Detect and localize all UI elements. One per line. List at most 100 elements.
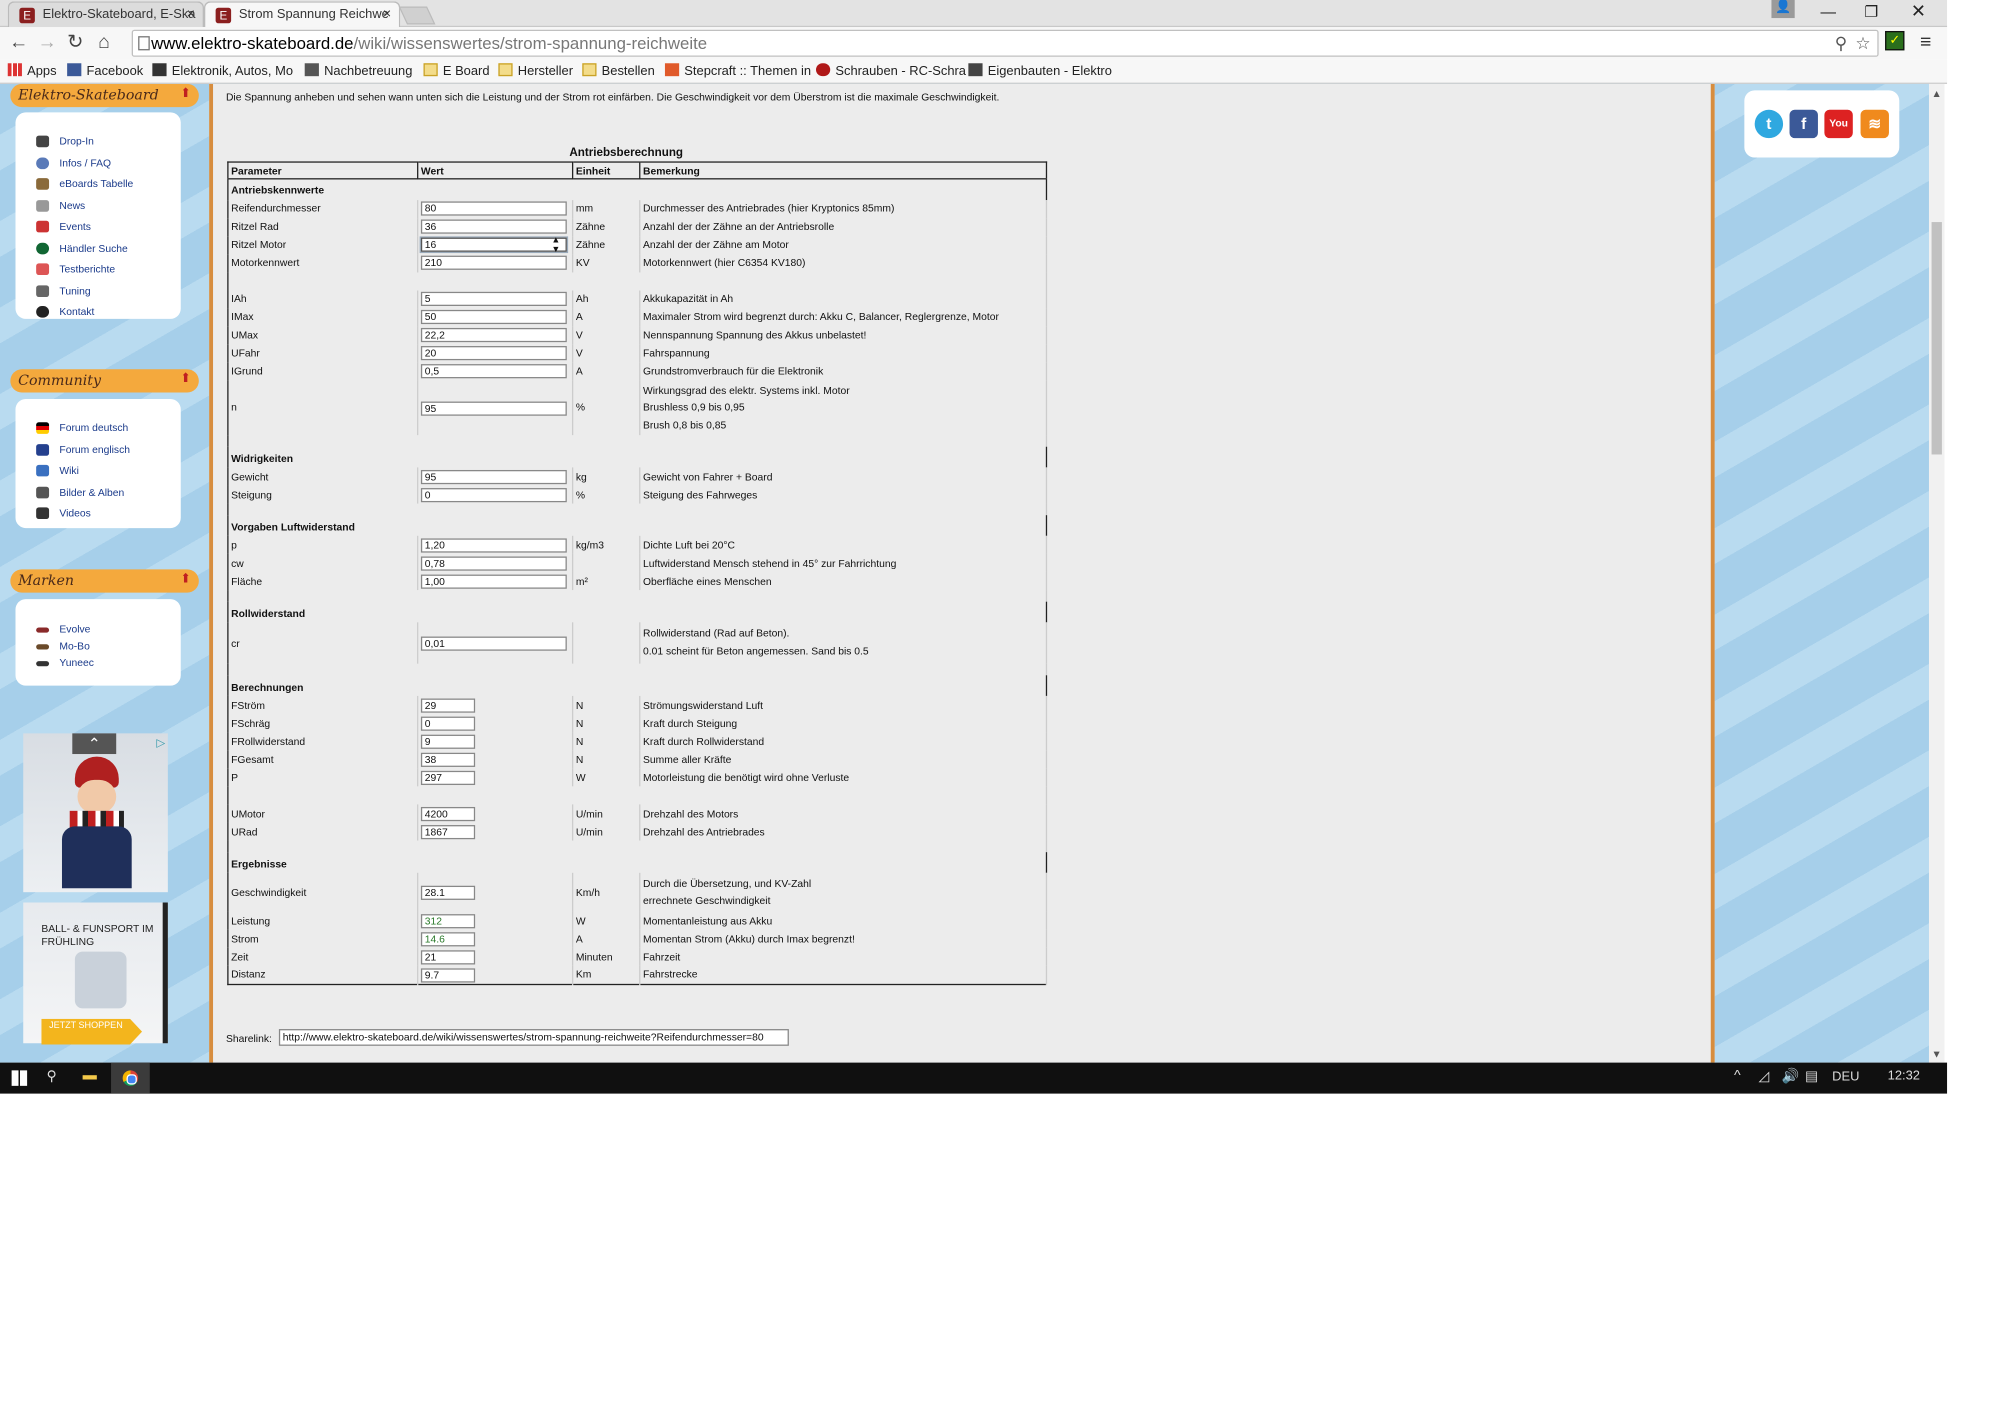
rss-icon[interactable]: ≋ [1860, 109, 1889, 139]
ritzel-rad-input[interactable] [420, 219, 567, 235]
scroll-up-arrow-icon[interactable]: ▲ [1932, 88, 1942, 100]
facebook-icon[interactable]: f [1789, 109, 1818, 139]
sidebar-item-drop-in[interactable]: Drop-In [36, 135, 94, 148]
igrund-input[interactable] [420, 364, 567, 379]
sidebar-item-tuning[interactable]: Tuning [36, 285, 91, 297]
gewicht-input[interactable] [420, 469, 567, 485]
info-icon [36, 157, 50, 170]
close-window-icon[interactable]: ✕ [1911, 0, 1926, 22]
taskbar: ⚲ ▬ ^ ◿ 🔊 ▤ DEU 12:32 [0, 1062, 1948, 1094]
ad-banner-funsport[interactable]: BALL- & FUNSPORT IM FRÜHLING JETZT SHOPP… [23, 902, 168, 1045]
iah-input[interactable] [420, 292, 567, 307]
scroll-down-arrow-icon[interactable]: ▼ [1932, 1048, 1942, 1060]
cw-input[interactable] [420, 556, 567, 571]
profile-icon[interactable]: 👤 [1771, 0, 1795, 19]
flaeche-input[interactable] [420, 574, 567, 589]
scrollbar-thumb[interactable] [1931, 222, 1942, 455]
tab-strom-spannung[interactable]: E Strom Spannung Reichwe × [204, 1, 401, 28]
sharelink-label: Sharelink: [225, 1032, 272, 1045]
bookmark-hersteller[interactable]: Hersteller [498, 63, 573, 79]
chevron-up-icon[interactable]: ⌃ [72, 733, 117, 755]
ad-shop-button[interactable]: JETZT SHOPPEN [41, 1018, 143, 1045]
youtube-icon[interactable]: You [1824, 109, 1853, 139]
windows-start-icon[interactable] [11, 1070, 28, 1086]
chrome-taskbar-button[interactable] [111, 1062, 150, 1094]
table-row: n%Wirkungsgrad des elektr. Systems inkl.… [227, 380, 1048, 436]
sidebar-item-mo-bo[interactable]: Mo-Bo [36, 640, 90, 652]
table-row: IAhAhAkkukapazität in Ah [227, 289, 1048, 308]
search-icon[interactable]: ⚲ [46, 1068, 56, 1084]
sidebar-item-haendler-suche[interactable]: Händler Suche [36, 242, 128, 255]
umax-input[interactable] [420, 328, 567, 343]
bookmark-star-icon[interactable]: ☆ [1855, 34, 1870, 55]
sidebar-item-forum-deutsch[interactable]: Forum deutsch [36, 422, 128, 434]
sidebar-item-news[interactable]: News [36, 200, 85, 212]
imax-input[interactable] [420, 310, 567, 325]
restore-icon[interactable]: ❐ [1864, 3, 1878, 21]
cr-input[interactable] [420, 636, 567, 651]
clock[interactable]: 12:32 [1888, 1069, 1920, 1083]
menu-icon[interactable]: ≡ [1920, 31, 1931, 53]
steigung-input[interactable] [420, 487, 567, 503]
tools-icon [304, 63, 319, 77]
section-rollwiderstand: Rollwiderstand [231, 607, 306, 620]
bookmark-eigenbauten[interactable]: Eigenbauten - Elektro [968, 63, 1112, 79]
spinner-arrows-icon[interactable]: ▲ ▼ [551, 236, 560, 254]
bookmark-stepcraft[interactable]: Stepcraft :: Themen in [664, 63, 811, 79]
bookmark-e-board[interactable]: E Board [423, 63, 490, 79]
table-row: GeschwindigkeitKm/hDurch die Übersetzung… [227, 872, 1048, 912]
bookmark-schrauben[interactable]: Schrauben - RC-Schra [816, 63, 966, 79]
sidebar-item-testberichte[interactable]: Testberichte [36, 263, 115, 276]
bookmark-nachbetreuung[interactable]: Nachbetreuung [304, 63, 412, 79]
close-tab-icon[interactable]: × [383, 6, 391, 21]
ufahr-input[interactable] [420, 346, 567, 361]
ad-banner-child[interactable]: ⌃ ▷ [23, 733, 168, 893]
sharelink-field[interactable]: http://www.elektro-skateboard.de/wiki/wi… [278, 1029, 789, 1046]
bookmark-facebook[interactable]: Facebook [67, 63, 143, 79]
tab-elektro-skateboard[interactable]: E Elektro-Skateboard, E-Ska × [7, 1, 205, 28]
language-indicator[interactable]: DEU [1832, 1070, 1859, 1084]
site-icon [968, 63, 983, 77]
sidebar-item-infos-faq[interactable]: Infos / FAQ [36, 157, 111, 170]
sidebar-item-wiki[interactable]: Wiki [36, 464, 79, 477]
home-icon[interactable]: ⌂ [98, 32, 110, 53]
sidebar-item-yuneec[interactable]: Yuneec [36, 657, 94, 669]
board-icon [36, 178, 50, 190]
scroll-up-icon[interactable]: ⬆ [180, 372, 191, 386]
motorkennwert-input[interactable] [420, 256, 567, 271]
chevron-up-icon[interactable]: ^ [1734, 1068, 1741, 1083]
twitter-icon[interactable]: t [1754, 109, 1784, 139]
sidebar-item-bilder-alben[interactable]: Bilder & Alben [36, 486, 124, 499]
close-tab-icon[interactable]: × [187, 6, 195, 21]
sidebar-item-forum-englisch[interactable]: Forum englisch [36, 444, 130, 456]
sidebar-item-eboards-tabelle[interactable]: eBoards Tabelle [36, 178, 133, 190]
bookmark-elektronik[interactable]: Elektronik, Autos, Mo [152, 63, 293, 79]
sidebar-item-videos[interactable]: Videos [36, 507, 91, 520]
sidebar-item-evolve[interactable]: Evolve [36, 624, 90, 635]
luftdichte-input[interactable] [420, 538, 567, 553]
ritzel-motor-stepper[interactable] [420, 237, 567, 252]
address-bar[interactable]: www.elektro-skateboard.de/wiki/wissenswe… [131, 29, 1879, 57]
sidebar-item-events[interactable]: Events [36, 220, 91, 233]
wirkungsgrad-input[interactable] [420, 401, 567, 416]
sidebar-item-kontakt[interactable]: Kontakt [36, 306, 94, 318]
back-icon[interactable]: ← [9, 32, 28, 53]
volume-icon[interactable]: 🔊 [1782, 1068, 1800, 1084]
bookmark-bestellen[interactable]: Bestellen [582, 63, 655, 79]
scroll-up-icon[interactable]: ⬆ [180, 572, 191, 586]
extension-icon[interactable]: ✓ [1885, 30, 1905, 51]
ad-choices-icon[interactable]: ▷ [156, 736, 165, 750]
reifendurchmesser-input[interactable] [420, 201, 567, 217]
bookmark-apps[interactable]: Apps [7, 63, 57, 79]
notifications-icon[interactable]: ▤ [1805, 1068, 1818, 1084]
forward-icon[interactable]: → [37, 32, 56, 53]
minimize-icon[interactable]: — [1821, 3, 1836, 21]
file-explorer-icon[interactable]: ▬ [83, 1068, 97, 1083]
scroll-up-icon[interactable]: ⬆ [180, 87, 191, 101]
leistung-p-output [420, 770, 476, 785]
new-tab-button[interactable] [398, 6, 436, 25]
reload-icon[interactable]: ↻ [67, 32, 83, 53]
search-icon[interactable]: ⚲ [1835, 34, 1847, 55]
network-icon[interactable]: ◿ [1759, 1068, 1770, 1084]
table-row: cwLuftwiderstand Mensch stehend in 45° z… [227, 553, 1048, 572]
